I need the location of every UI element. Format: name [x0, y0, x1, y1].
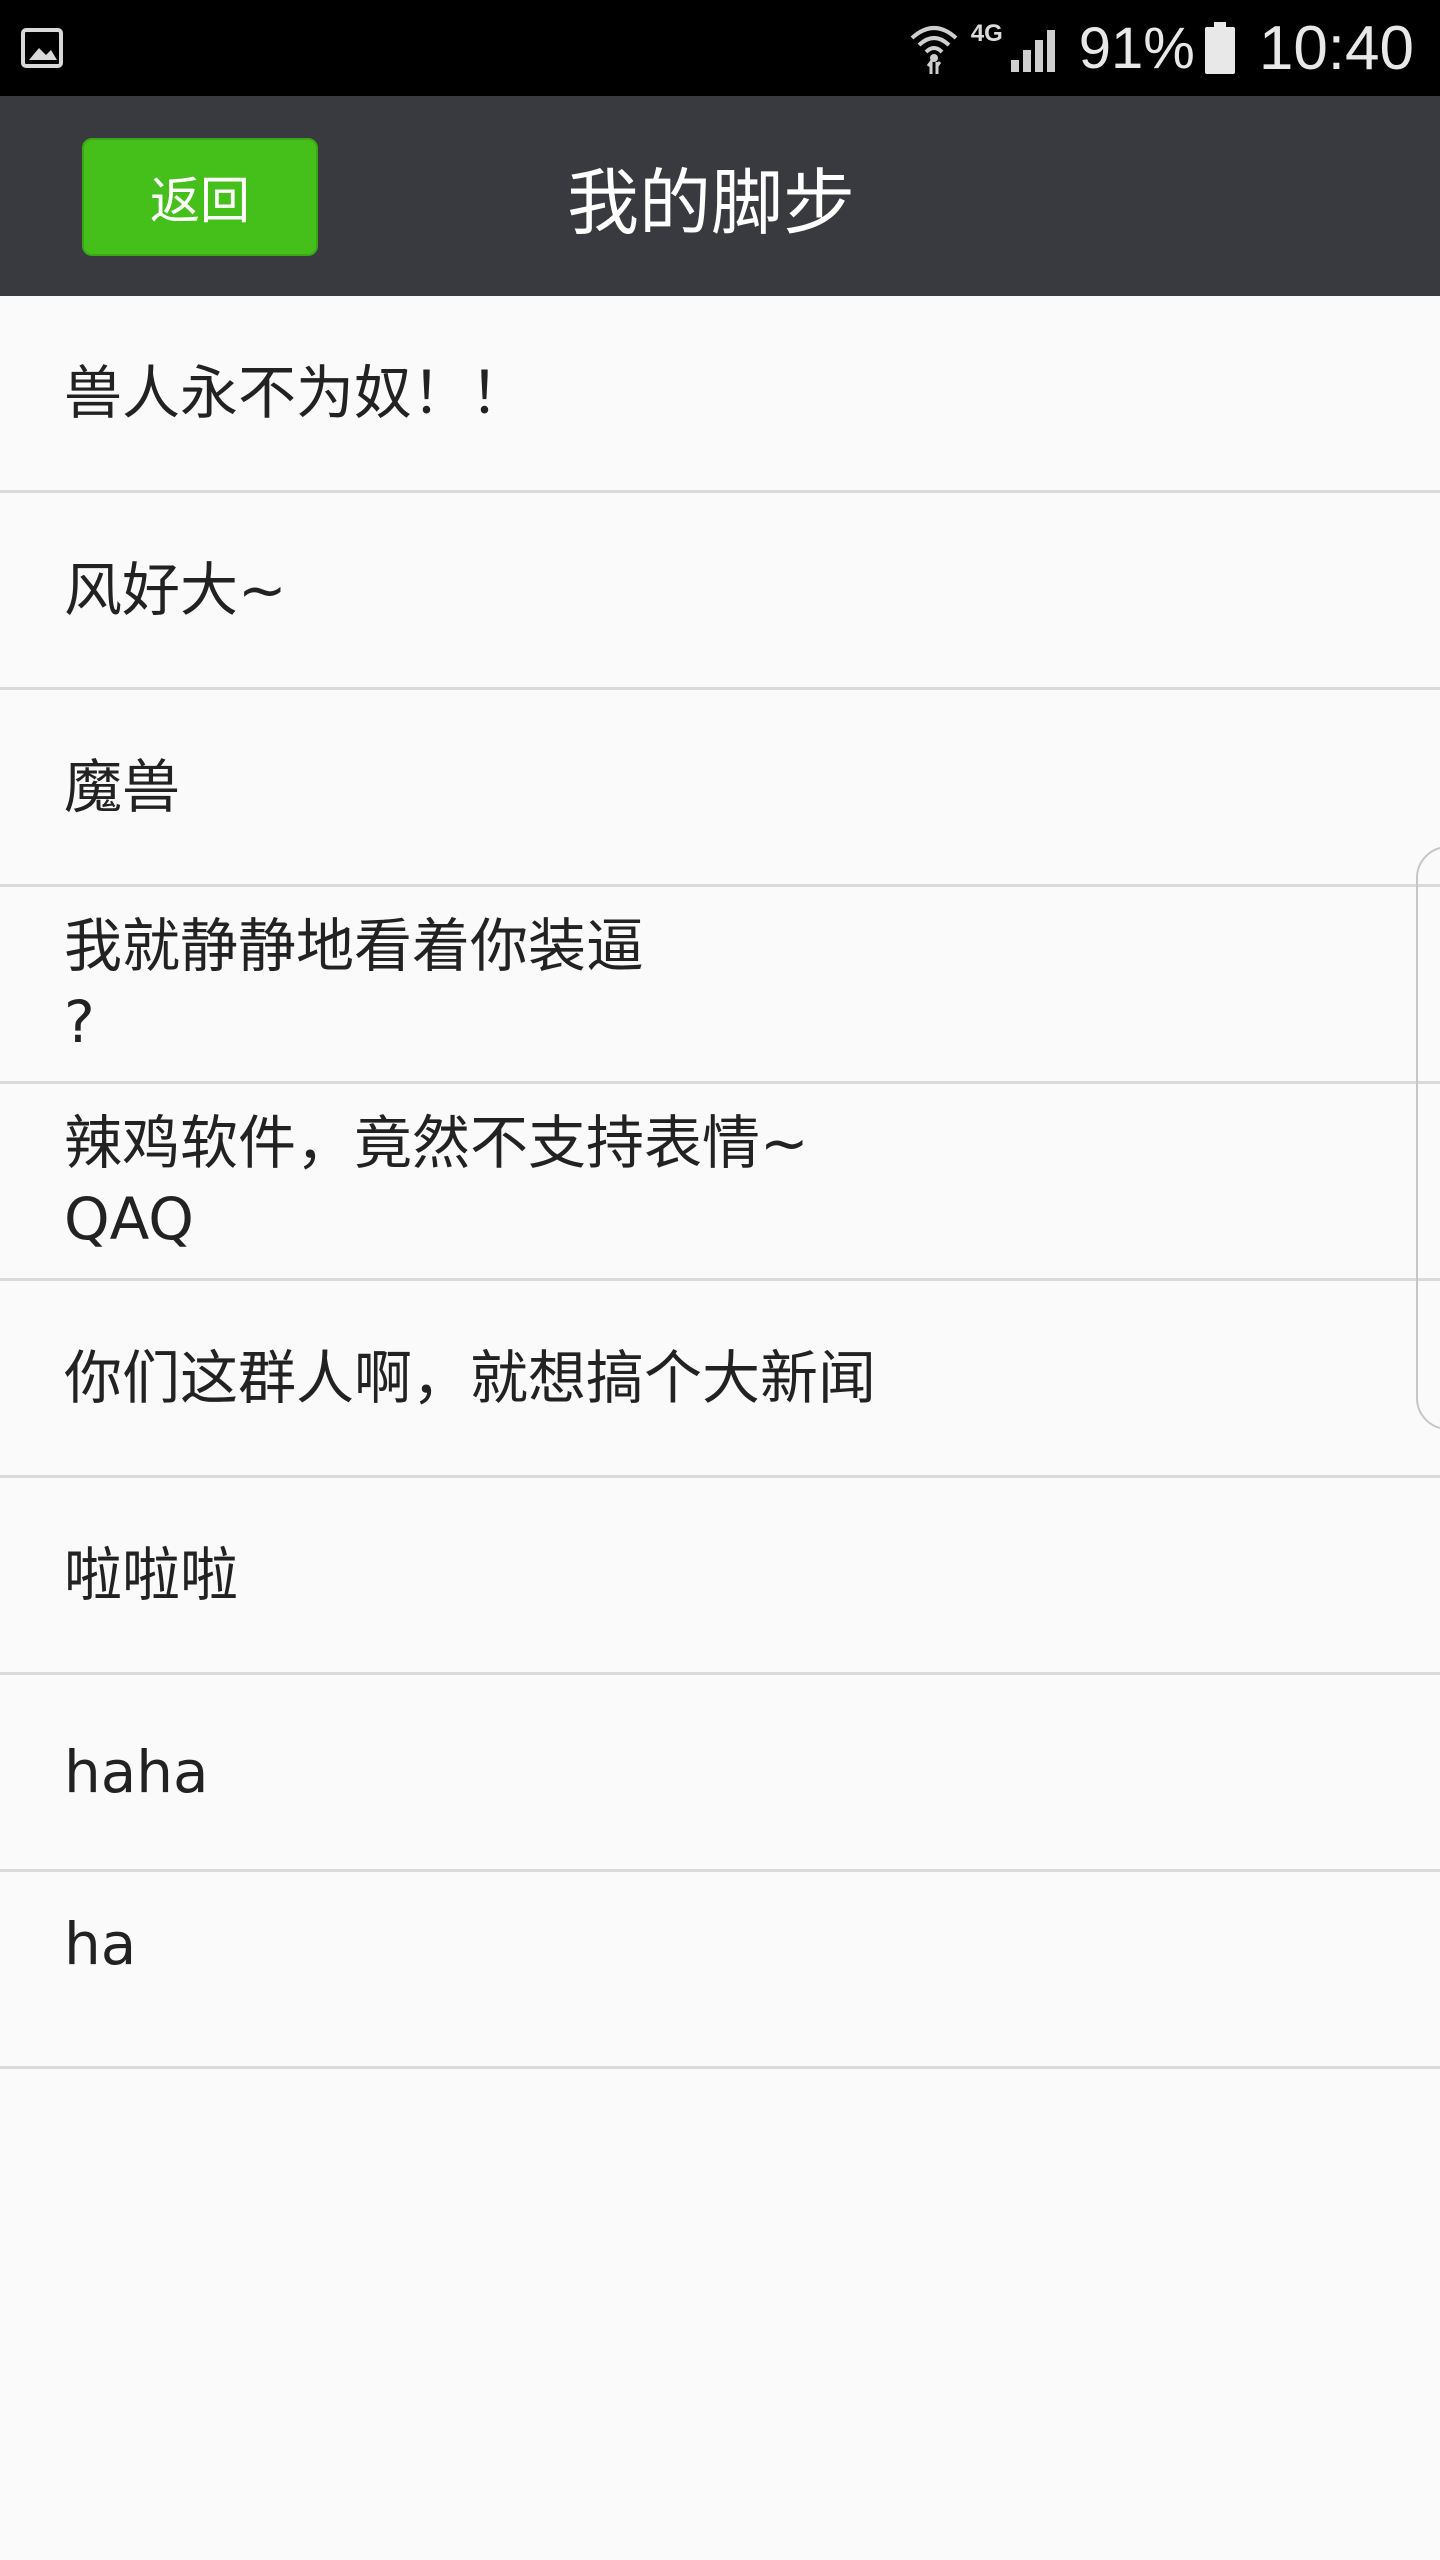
list-item-text: haha	[64, 1738, 209, 1806]
network-type-label: 4G	[970, 20, 1003, 47]
back-button[interactable]: 返回	[82, 138, 318, 256]
status-bar: 4G 91% 10:40	[0, 0, 1440, 96]
list-item[interactable]: 啦啦啦	[0, 1478, 1440, 1675]
list-item-text: ha	[64, 1910, 137, 1978]
app-header: 我的脚步 返回	[0, 96, 1440, 296]
signal-icon	[1010, 30, 1055, 72]
list-item-text: 辣鸡软件，竟然不支持表情~ QAQ	[64, 1109, 809, 1253]
list-item[interactable]: 兽人永不为奴！！	[0, 296, 1440, 493]
list-item[interactable]: 魔兽	[0, 690, 1440, 887]
list-item-text: 风好大~	[64, 556, 287, 624]
list-item[interactable]: haha	[0, 1675, 1440, 1872]
battery-percent: 91%	[1078, 15, 1195, 81]
status-right-group: 4G 91% 10:40	[909, 0, 1414, 96]
scroll-edge-indicator[interactable]	[1416, 846, 1440, 1430]
gallery-icon	[21, 28, 63, 68]
list-item-text: 啦啦啦	[64, 1541, 239, 1609]
battery-icon	[1204, 22, 1235, 74]
footprint-list: 兽人永不为奴！！ 风好大~ 魔兽 我就静静地看着你装逼 ? 辣鸡软件，竟然不支持…	[0, 296, 1440, 2069]
list-item[interactable]: ha	[0, 1872, 1440, 2069]
list-item-text: 兽人永不为奴！！	[64, 359, 529, 427]
list-item-text: 你们这群人啊，就想搞个大新闻	[64, 1344, 877, 1412]
list-item[interactable]: 风好大~	[0, 493, 1440, 690]
list-item[interactable]: 我就静静地看着你装逼 ?	[0, 887, 1440, 1084]
list-item[interactable]: 辣鸡软件，竟然不支持表情~ QAQ	[0, 1084, 1440, 1281]
list-item[interactable]: 你们这群人啊，就想搞个大新闻	[0, 1281, 1440, 1478]
list-item-text: 我就静静地看着你装逼 ?	[64, 912, 645, 1056]
wifi-icon	[910, 26, 958, 74]
status-time: 10:40	[1258, 13, 1414, 83]
list-item-text: 魔兽	[64, 753, 181, 821]
